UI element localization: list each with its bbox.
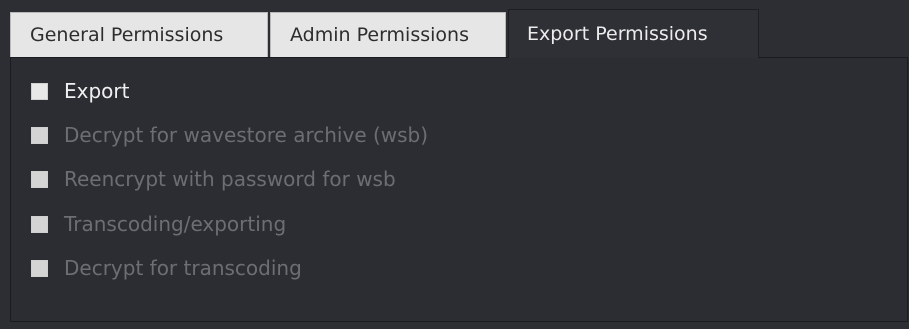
permissions-tab-bar: General Permissions Admin Permissions Ex… [10,9,909,58]
export-checkbox[interactable] [31,82,48,100]
decrypt-transcoding-label: Decrypt for transcoding [64,256,302,280]
decrypt-transcoding-option: Decrypt for transcoding [31,253,302,283]
decrypt-wavestore-option: Decrypt for wavestore archive (wsb) [31,120,428,150]
transcoding-exporting-checkbox [31,215,48,233]
export-permissions-panel: Export Decrypt for wavestore archive (ws… [10,57,908,322]
decrypt-wavestore-label: Decrypt for wavestore archive (wsb) [64,123,429,147]
reencrypt-wsb-option: Reencrypt with password for wsb [31,164,396,194]
tab-admin-permissions[interactable]: Admin Permissions [270,12,506,57]
tab-general-permissions[interactable]: General Permissions [10,12,268,57]
transcoding-exporting-label: Transcoding/exporting [64,212,287,236]
export-option[interactable]: Export [31,76,129,106]
reencrypt-wsb-checkbox [31,170,48,188]
decrypt-transcoding-checkbox [31,259,48,277]
reencrypt-wsb-label: Reencrypt with password for wsb [64,167,396,191]
export-label: Export [64,79,130,103]
tab-export-permissions[interactable]: Export Permissions [508,9,759,58]
transcoding-exporting-option: Transcoding/exporting [31,209,286,239]
decrypt-wavestore-checkbox [31,126,48,144]
